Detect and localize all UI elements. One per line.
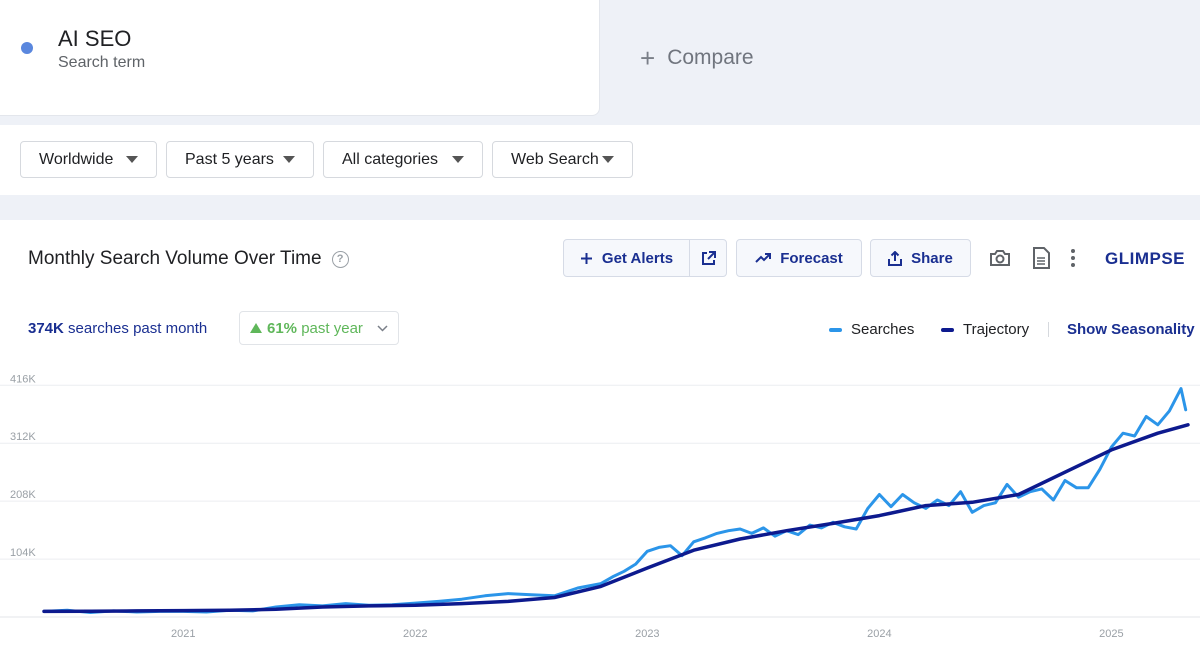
panel-title-text: Monthly Search Volume Over Time	[28, 248, 322, 269]
section-divider	[0, 195, 1200, 220]
caret-down-icon	[602, 156, 614, 163]
legend-searches-label: Searches	[851, 321, 915, 338]
y-tick-label: 312K	[10, 431, 36, 443]
csv-export-icon[interactable]	[1029, 246, 1053, 270]
growth-dropdown[interactable]: 61% past year	[239, 311, 399, 345]
chevron-down-icon	[377, 324, 388, 332]
compare-label: Compare	[667, 46, 754, 69]
y-tick-label: 208K	[10, 489, 36, 501]
x-tick-label: 2023	[635, 628, 659, 640]
region-label: Worldwide	[39, 150, 114, 168]
share-label: Share	[911, 249, 953, 267]
searches-line	[42, 387, 1188, 614]
legend-trajectory-label: Trajectory	[963, 321, 1030, 338]
plus-icon: +	[640, 42, 656, 73]
source-label: Web Search	[511, 150, 599, 168]
panel-title: Monthly Search Volume Over Time ?	[28, 248, 349, 270]
legend-divider	[1048, 322, 1049, 337]
compare-button[interactable]: + Compare	[612, 0, 1200, 116]
period-dropdown[interactable]: Past 5 years	[166, 141, 314, 178]
forecast-label: Forecast	[780, 249, 843, 267]
help-icon[interactable]: ?	[331, 250, 349, 268]
share-button[interactable]: Share	[870, 239, 971, 277]
external-link-icon	[701, 250, 716, 265]
filters-bar: Worldwide Past 5 years All categories We…	[0, 125, 1200, 195]
caret-down-icon	[452, 156, 464, 163]
chart-panel: Monthly Search Volume Over Time ? Get Al…	[0, 220, 1200, 647]
period-label: Past 5 years	[185, 150, 274, 168]
category-dropdown[interactable]: All categories	[323, 141, 483, 178]
legend-searches[interactable]: Searches	[829, 321, 914, 338]
trajectory-line	[42, 423, 1190, 614]
search-volume-chart: 104K 208K 312K 416K 2021 2022 2023 2024 2025	[0, 373, 1200, 640]
x-tick-label: 2022	[403, 628, 427, 640]
share-icon	[888, 250, 903, 266]
more-options-icon[interactable]	[1061, 246, 1085, 270]
trend-up-icon	[755, 253, 772, 263]
trajectory-swatch	[941, 327, 954, 332]
source-dropdown[interactable]: Web Search	[492, 141, 633, 178]
term-color-dot	[21, 42, 33, 54]
search-term-subtitle: Search term	[58, 54, 146, 71]
y-tick-label: 416K	[10, 373, 36, 385]
show-seasonality-link[interactable]: Show Seasonality	[1067, 321, 1195, 338]
x-tick-label: 2024	[867, 628, 891, 640]
stat-label: searches past month	[68, 320, 208, 337]
open-external-button[interactable]	[689, 239, 727, 277]
get-alerts-button[interactable]: Get Alerts	[563, 239, 690, 277]
camera-icon[interactable]	[988, 246, 1012, 270]
growth-label: past year	[301, 319, 363, 337]
category-label: All categories	[342, 150, 439, 168]
search-term-card[interactable]: AI SEO Search term	[0, 0, 600, 116]
growth-value: 61%	[267, 319, 298, 337]
forecast-button[interactable]: Forecast	[736, 239, 862, 277]
x-tick-label: 2021	[171, 628, 195, 640]
caret-down-icon	[126, 156, 138, 163]
legend-trajectory[interactable]: Trajectory	[941, 321, 1029, 338]
x-tick-label: 2025	[1099, 628, 1123, 640]
region-dropdown[interactable]: Worldwide	[20, 141, 157, 178]
y-tick-label: 104K	[10, 547, 36, 559]
plus-icon	[580, 252, 592, 264]
glimpse-logo: GLIMPSE	[1105, 249, 1186, 268]
caret-down-icon	[283, 156, 295, 163]
stat-value: 374K	[28, 320, 64, 337]
searches-swatch	[829, 327, 842, 332]
search-term-title: AI SEO	[58, 26, 132, 51]
get-alerts-label: Get Alerts	[601, 249, 674, 267]
monthly-searches-stat: 374K searches past month	[28, 320, 207, 337]
triangle-up-icon	[250, 323, 262, 333]
